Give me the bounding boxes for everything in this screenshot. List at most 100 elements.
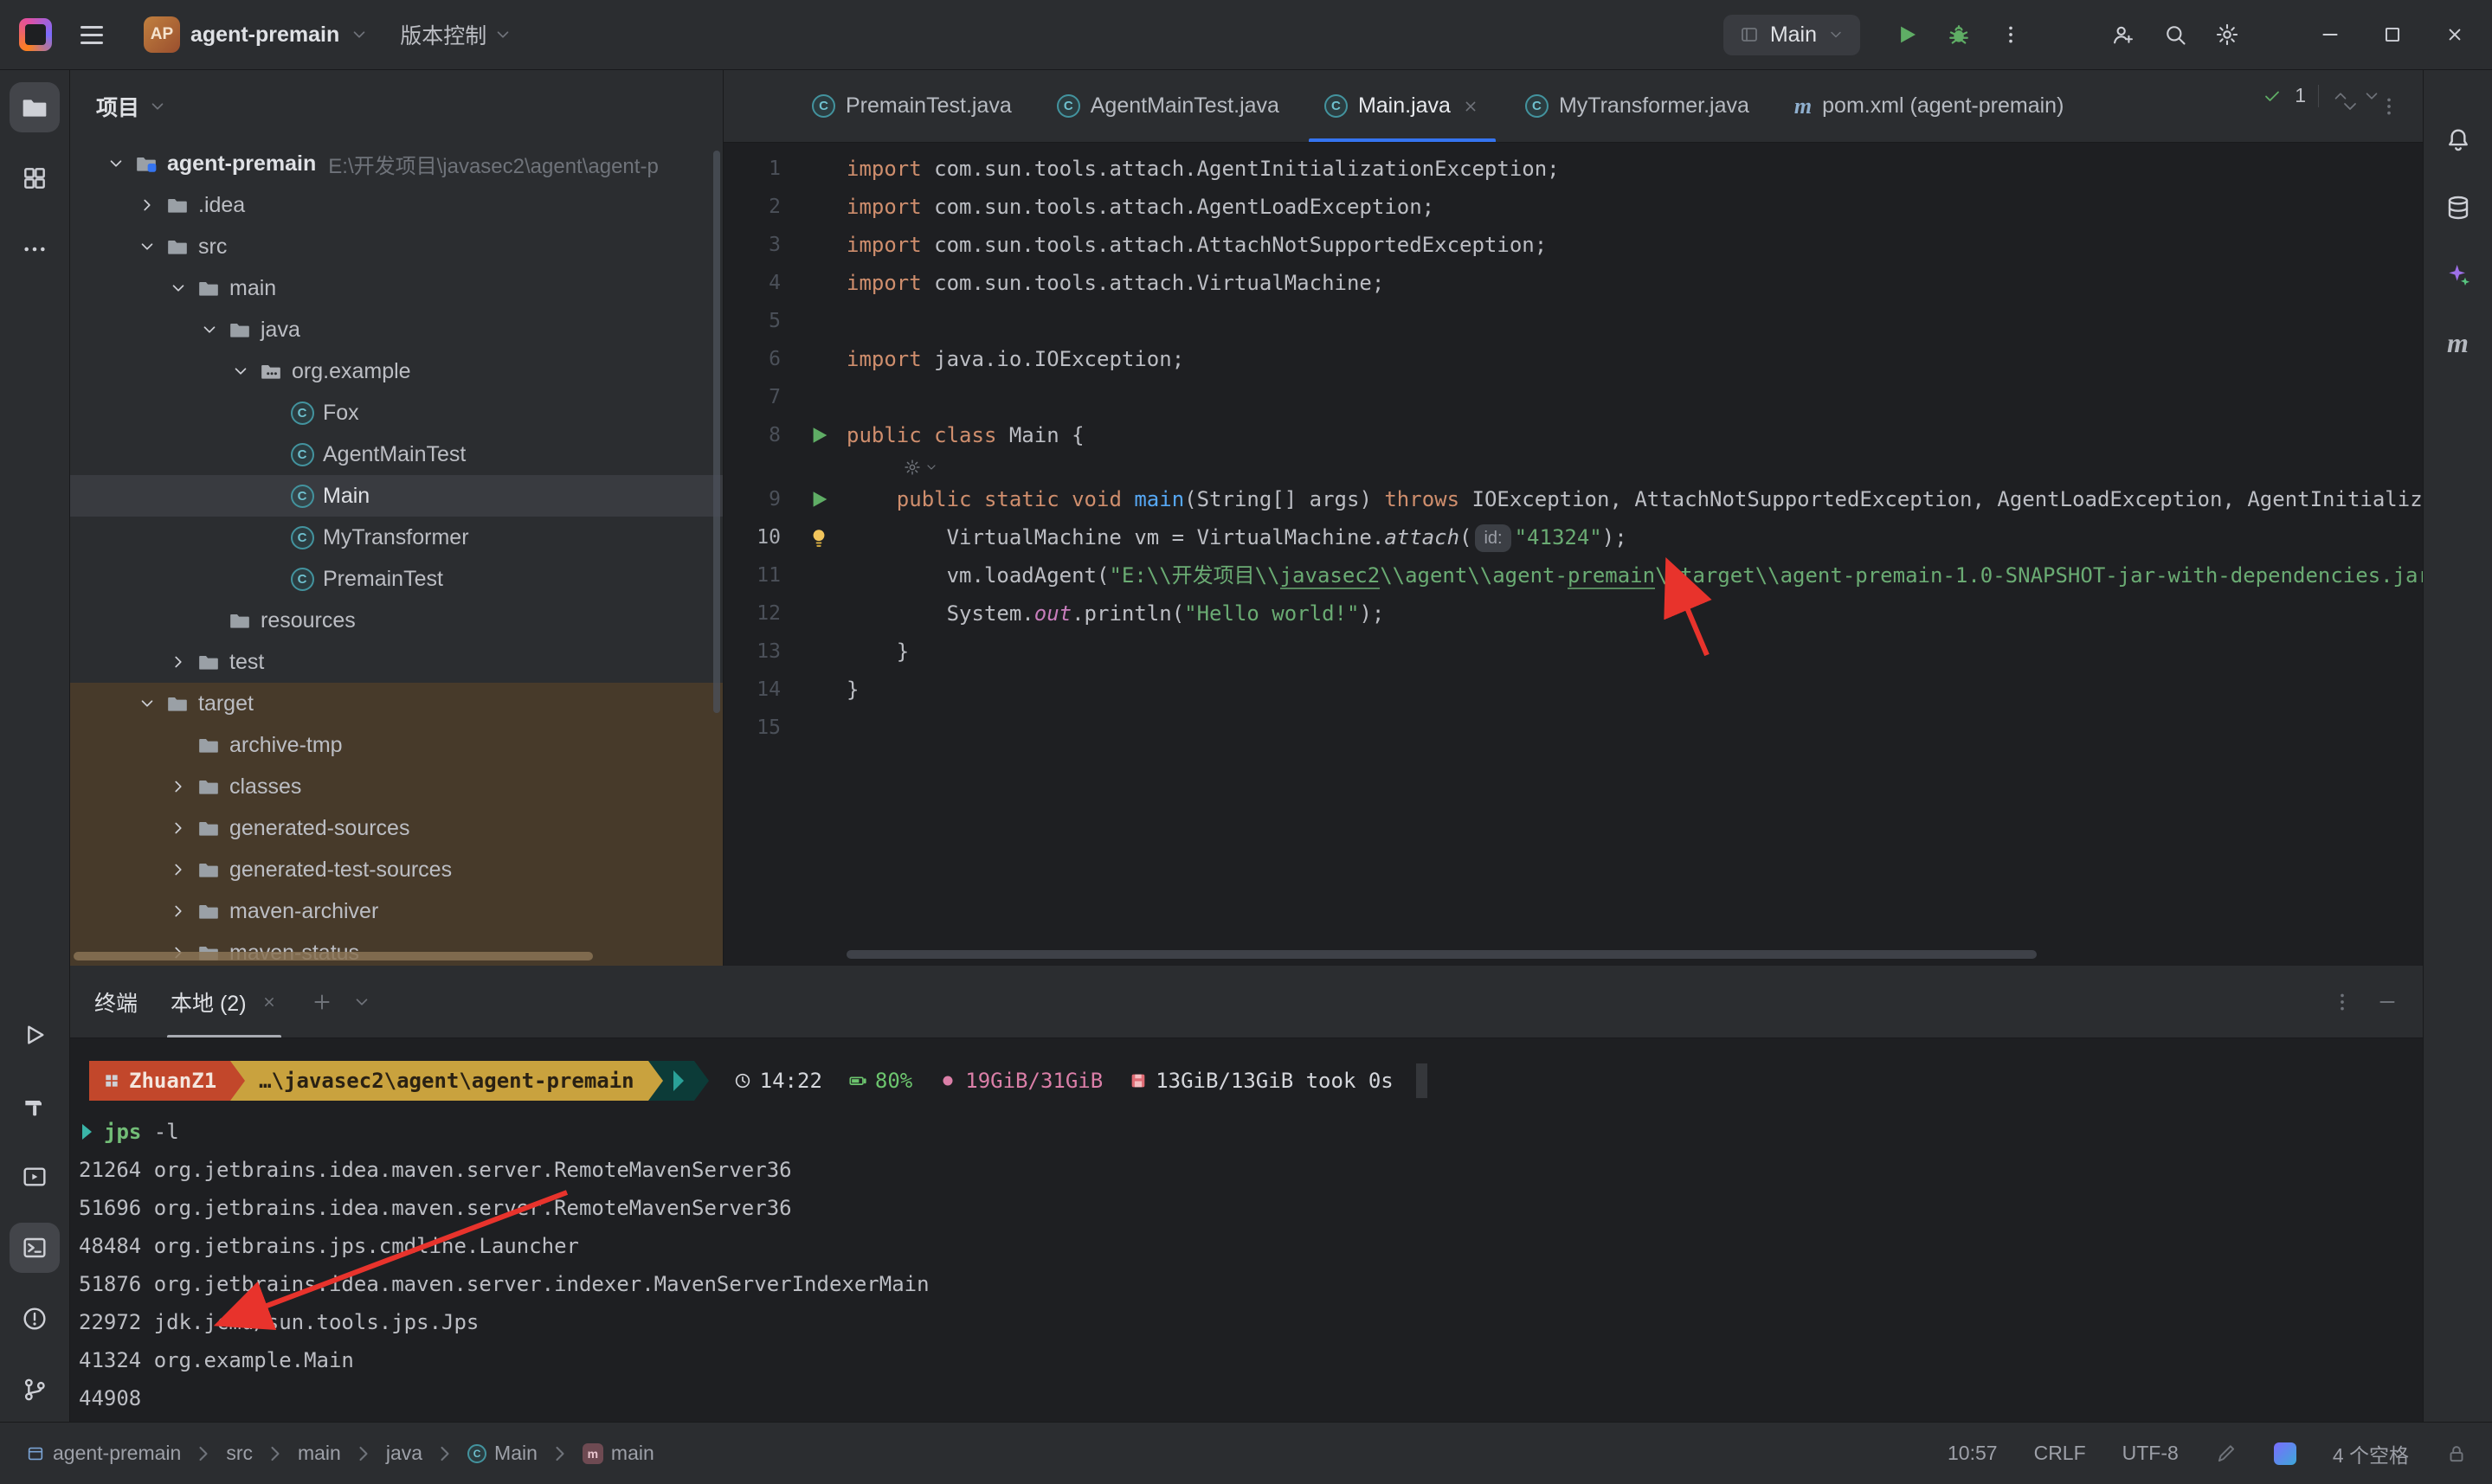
version-control-button[interactable] xyxy=(10,1365,60,1415)
tree-item-resources[interactable]: resources xyxy=(70,600,723,641)
minimize-button[interactable] xyxy=(2305,12,2355,57)
tree-item-org-example[interactable]: org.example xyxy=(70,350,723,392)
debug-button[interactable] xyxy=(1939,15,1979,55)
tab-agentmaintest-java[interactable]: CAgentMainTest.java xyxy=(1034,70,1302,142)
tree-item-agentmaintest[interactable]: CAgentMainTest xyxy=(70,434,723,475)
disk-icon xyxy=(1129,1071,1148,1090)
tree-chevron[interactable] xyxy=(164,777,193,796)
new-terminal-icon[interactable] xyxy=(311,991,333,1013)
tree-item-test[interactable]: test xyxy=(70,641,723,683)
ai-assistant-button[interactable] xyxy=(2433,250,2483,300)
terminal-button[interactable] xyxy=(10,1223,60,1273)
problems-button[interactable] xyxy=(10,1294,60,1344)
tree-item-idea[interactable]: .idea xyxy=(70,184,723,226)
code-vision-inlay[interactable] xyxy=(724,454,2423,480)
indent-widget[interactable]: 4 个空格 xyxy=(2333,1439,2409,1468)
terminal-panel-title[interactable]: 终端 xyxy=(94,986,138,1018)
project-widget[interactable]: AP agent-premain xyxy=(135,10,377,60)
line-separator-widget[interactable]: CRLF xyxy=(2034,1442,2086,1465)
tree-chevron[interactable] xyxy=(132,237,162,256)
hide-panel-icon[interactable] xyxy=(2376,991,2399,1013)
terminal-type-dropdown-icon[interactable] xyxy=(352,993,371,1012)
run-configuration-widget[interactable]: Main xyxy=(1723,15,1860,55)
tab-mytransformer-java[interactable]: CMyTransformer.java xyxy=(1503,70,1772,142)
lightbulb-icon[interactable] xyxy=(807,525,831,549)
close-window-button[interactable] xyxy=(2430,12,2480,57)
breadcrumb-src[interactable]: src xyxy=(224,1442,254,1465)
tree-item-classes[interactable]: classes xyxy=(70,766,723,807)
run-button-icon[interactable] xyxy=(807,423,831,447)
breadcrumb-main[interactable]: CMain xyxy=(466,1442,539,1465)
breadcrumb-main[interactable]: main xyxy=(296,1442,343,1465)
notifications-button[interactable] xyxy=(2433,115,2483,165)
tree-item-maven-archiver[interactable]: maven-archiver xyxy=(70,890,723,932)
lock-icon[interactable] xyxy=(2445,1442,2468,1465)
database-button[interactable] xyxy=(2433,183,2483,233)
folder-icon xyxy=(224,318,255,341)
search-everywhere-button[interactable] xyxy=(2155,15,2195,55)
more-actions-button[interactable] xyxy=(1991,15,2031,55)
tree-item-mytransformer[interactable]: CMyTransformer xyxy=(70,517,723,558)
tab-main-java[interactable]: CMain.java xyxy=(1302,70,1503,142)
tree-chevron[interactable] xyxy=(164,819,193,838)
tree-chevron[interactable] xyxy=(164,279,193,298)
maximize-button[interactable] xyxy=(2367,12,2418,57)
close-icon[interactable] xyxy=(1461,97,1480,116)
inspection-widget[interactable]: 1 xyxy=(2262,84,2381,107)
build-button[interactable] xyxy=(10,1081,60,1131)
tab-pom-xml-agent-premain[interactable]: mpom.xml (agent-premain) xyxy=(1772,70,2087,142)
caret-position-widget[interactable]: 10:57 xyxy=(1948,1442,1998,1465)
tree-item-target[interactable]: target xyxy=(70,683,723,724)
encoding-widget[interactable]: UTF-8 xyxy=(2122,1442,2179,1465)
tree-chevron[interactable] xyxy=(101,154,131,173)
tree-chevron[interactable] xyxy=(226,362,255,381)
code-editor[interactable]: 1import com.sun.tools.attach.AgentInitia… xyxy=(724,143,2423,966)
chevron-down-icon[interactable] xyxy=(2362,87,2381,106)
more-tool-windows-button[interactable] xyxy=(10,224,60,274)
tree-item-src[interactable]: src xyxy=(70,226,723,267)
breadcrumb-agent-premain[interactable]: agent-premain xyxy=(24,1442,183,1465)
services-button[interactable] xyxy=(10,1152,60,1202)
tree-chevron[interactable] xyxy=(164,652,193,671)
close-tab-icon[interactable] xyxy=(261,993,278,1011)
run-button[interactable] xyxy=(1887,15,1927,55)
status-bar-right: 10:57 CRLF UTF-8 4 个空格 xyxy=(1948,1439,2468,1468)
more-vertical-icon[interactable] xyxy=(2331,991,2354,1013)
tree-chevron[interactable] xyxy=(132,694,162,713)
tree-item-main[interactable]: main xyxy=(70,267,723,309)
chevron-up-icon[interactable] xyxy=(2331,87,2350,106)
ai-status-icon[interactable] xyxy=(2274,1442,2296,1465)
breadcrumb-java[interactable]: java xyxy=(384,1442,424,1465)
code-with-me-button[interactable] xyxy=(2103,15,2143,55)
tree-chevron[interactable] xyxy=(132,196,162,215)
structure-button[interactable] xyxy=(10,153,60,203)
project-panel-header[interactable]: 项目 xyxy=(70,70,723,143)
tree-item-archive-tmp[interactable]: archive-tmp xyxy=(70,724,723,766)
hamburger-menu-icon[interactable] xyxy=(74,17,109,52)
run-outline-button[interactable] xyxy=(10,1010,60,1060)
tree-item-premaintest[interactable]: CPremainTest xyxy=(70,558,723,600)
tree-chevron[interactable] xyxy=(164,902,193,921)
tree-item-maven-status[interactable]: maven-status xyxy=(70,932,723,966)
tree-item-fox[interactable]: CFox xyxy=(70,392,723,434)
tree-item-java[interactable]: java xyxy=(70,309,723,350)
tree-horizontal-scrollbar[interactable] xyxy=(74,952,593,960)
tree-item-agent-premain[interactable]: agent-premainE:\开发项目\javasec2\agent\agen… xyxy=(70,143,723,184)
tree-item-generated-sources[interactable]: generated-sources xyxy=(70,807,723,849)
run-button-icon[interactable] xyxy=(807,487,831,511)
editor-horizontal-scrollbar[interactable] xyxy=(847,950,2037,959)
terminal-tab[interactable]: 本地 (2) xyxy=(167,966,281,1038)
tab-premaintest-java[interactable]: CPremainTest.java xyxy=(789,70,1034,142)
tree-chevron[interactable] xyxy=(195,320,224,339)
project-folder-button[interactable] xyxy=(10,82,60,132)
maven-button[interactable]: m xyxy=(2433,318,2483,368)
vcs-widget[interactable]: 版本控制 xyxy=(400,19,512,50)
terminal-output[interactable]: ZhuanZ1…\javasec2\agent\agent-premain14:… xyxy=(70,1038,2423,1417)
pen-icon[interactable] xyxy=(2215,1442,2238,1465)
tree-vertical-scrollbar[interactable] xyxy=(713,151,720,713)
tree-item-generated-test-sources[interactable]: generated-test-sources xyxy=(70,849,723,890)
settings-button[interactable] xyxy=(2207,15,2247,55)
tree-item-main[interactable]: CMain xyxy=(70,475,723,517)
tree-chevron[interactable] xyxy=(164,860,193,879)
breadcrumb-main[interactable]: mmain xyxy=(581,1442,656,1465)
